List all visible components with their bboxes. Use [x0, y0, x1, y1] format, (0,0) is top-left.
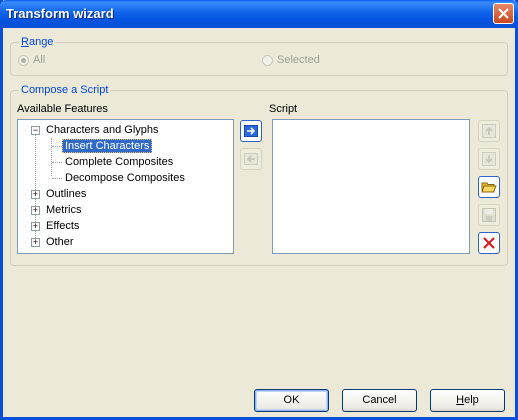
save-script-button[interactable] — [478, 204, 500, 226]
radio-dot-all — [18, 54, 29, 66]
tree-connector — [52, 162, 62, 163]
ok-button[interactable]: OK — [254, 389, 329, 412]
help-button[interactable]: Help — [430, 389, 505, 412]
tree-node-label: Other — [46, 236, 74, 248]
open-script-button[interactable] — [478, 176, 500, 198]
delete-icon — [483, 237, 495, 249]
compose-legend: Compose a Script — [19, 84, 111, 96]
tree-node-label: Complete Composites — [65, 156, 174, 168]
title-bar[interactable]: Transform wizard — [0, 0, 518, 28]
tree-connector — [52, 178, 62, 179]
arrow-left-icon — [244, 153, 258, 165]
delete-script-button[interactable] — [478, 232, 500, 254]
window-title: Transform wizard — [6, 6, 114, 21]
cancel-button[interactable]: Cancel — [342, 389, 417, 412]
expand-icon[interactable]: + — [31, 206, 40, 215]
tree-node-label: Metrics — [46, 204, 82, 216]
arrow-down-icon — [482, 152, 496, 166]
close-icon — [498, 8, 509, 19]
script-label: Script — [269, 103, 298, 115]
script-list[interactable] — [272, 119, 470, 254]
dialog-client: Range All Selected Compose a Script Avai… — [3, 28, 515, 417]
transform-wizard-dialog: Transform wizard Range All Selected Comp… — [0, 0, 518, 420]
features-tree[interactable]: − Characters and Glyphs Insert Character… — [17, 119, 234, 254]
arrow-up-icon — [482, 124, 496, 138]
expand-icon[interactable]: + — [31, 238, 40, 247]
collapse-icon[interactable]: − — [31, 126, 40, 135]
expand-icon[interactable]: + — [31, 222, 40, 231]
tree-node-insert-characters[interactable]: Insert Characters — [62, 138, 153, 154]
tree-connector — [52, 146, 62, 147]
folder-open-icon — [481, 182, 497, 193]
range-group — [10, 42, 508, 76]
available-features-label: Available Features — [17, 103, 108, 115]
tree-node-label: Decompose Composites — [65, 172, 185, 184]
move-up-button[interactable] — [478, 120, 500, 142]
range-all-radio[interactable]: All — [18, 54, 45, 66]
range-all-label: All — [33, 54, 46, 66]
tree-node-complete-composites[interactable]: Complete Composites — [65, 154, 173, 170]
tree-node-label: Effects — [46, 220, 80, 232]
remove-feature-button[interactable] — [240, 148, 262, 170]
tree-node-label: Characters and Glyphs — [46, 124, 159, 136]
tree-node-decompose-composites[interactable]: Decompose Composites — [65, 170, 185, 186]
save-icon — [482, 208, 496, 222]
range-legend: Range — [19, 36, 56, 48]
expand-icon[interactable]: + — [31, 190, 40, 199]
arrow-right-icon — [244, 125, 258, 137]
range-selected-radio[interactable]: Selected — [262, 54, 320, 66]
range-selected-label: Selected — [277, 54, 320, 66]
close-button[interactable] — [493, 3, 514, 24]
tree-node-label: Outlines — [46, 188, 87, 200]
add-feature-button[interactable] — [240, 120, 262, 142]
tree-connector — [51, 138, 52, 176]
tree-node-label: Insert Characters — [62, 139, 153, 153]
radio-dot-selected — [262, 54, 273, 66]
move-down-button[interactable] — [478, 148, 500, 170]
